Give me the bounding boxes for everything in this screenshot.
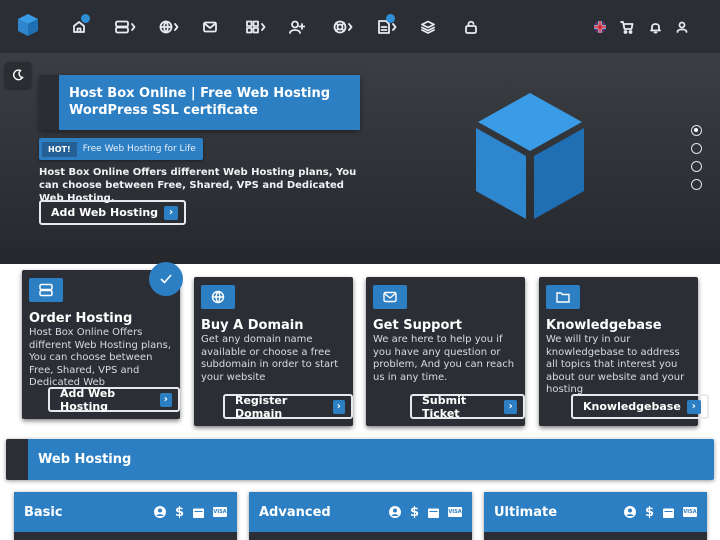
slide-dot[interactable] [691,125,702,136]
slide-dot[interactable] [691,143,702,154]
slider-pagination [691,125,702,197]
user-icon[interactable] [675,17,689,37]
plan-advanced[interactable]: Advanced $ VISA [249,492,472,540]
bell-icon[interactable] [648,17,662,37]
card-title: Knowledgebase [546,318,662,333]
mail-icon [373,285,407,309]
button-label: Register Domain [235,393,288,420]
slide-dot[interactable] [691,161,702,172]
plan-name: Basic [24,504,63,520]
hero-title: Host Box Online | Free Web Hosting WordP… [39,75,360,130]
card-text: Get any domain name available or choose … [201,334,339,383]
card-title: Buy A Domain [201,318,304,333]
server-icon [29,278,63,302]
card-get-support[interactable]: Get Support We are here to help you if y… [366,277,525,426]
add-web-hosting-button[interactable]: Add Web Hosting › [48,386,180,413]
register-domain-button[interactable]: Register Domain › [223,393,353,420]
lock-icon[interactable] [463,17,479,37]
calendar-icon [428,508,439,518]
card-order-hosting[interactable]: Order Hosting Host Box Online Offers dif… [22,262,183,419]
button-label: Add Web Hosting [60,386,116,413]
submit-ticket-button[interactable]: Submit Ticket › [410,393,525,420]
card-text: We are here to help you if you have any … [373,334,515,383]
cube-illustration-icon [476,93,584,219]
knowledgebase-button[interactable]: Knowledgebase › [571,394,709,419]
globe-icon[interactable] [159,17,181,37]
top-navbar [0,0,720,53]
flag-uk-icon[interactable] [593,17,607,37]
plan-name: Ultimate [494,504,558,520]
card-text: We will try in our knowledgebase to addr… [546,334,685,395]
user-plus-icon[interactable] [289,17,305,37]
cube-logo-icon[interactable] [17,14,39,36]
chevron-right-icon: › [164,205,179,220]
chevron-right-icon: › [686,399,701,414]
visa-icon: VISA [683,507,697,517]
check-icon [149,262,183,296]
user-circle-icon [388,506,401,518]
mail-icon[interactable] [202,17,218,37]
server-icon[interactable] [115,17,137,37]
visa-icon: VISA [213,507,227,517]
plan-name: Advanced [259,504,331,520]
card-knowledgebase[interactable]: Knowledgebase We will try in our knowled… [539,277,709,426]
dark-mode-toggle[interactable] [5,62,31,88]
apps-icon[interactable] [246,17,268,37]
folder-icon [546,285,580,309]
chevron-right-icon: › [159,392,172,407]
chevron-right-icon: › [332,399,345,414]
notification-dot [386,14,395,23]
dollar-icon: $ [174,504,184,520]
plan-basic[interactable]: Basic $ VISA [14,492,237,540]
add-web-hosting-button[interactable]: Add Web Hosting › [39,200,187,225]
globe-icon [201,285,235,309]
dollar-icon: $ [409,504,419,520]
user-circle-icon [623,506,636,518]
moon-icon [13,69,24,81]
button-label: Submit Ticket [422,393,467,420]
hero-section: Host Box Online | Free Web Hosting WordP… [0,53,720,264]
button-label: Add Web Hosting [51,206,159,219]
visa-icon: VISA [448,507,462,517]
slide-dot[interactable] [691,179,702,190]
card-text: Host Box Online Offers different Web Hos… [29,327,172,388]
button-label: Knowledgebase [583,400,681,413]
layers-icon[interactable] [420,17,436,37]
calendar-icon [193,508,204,518]
card-title: Order Hosting [29,311,133,326]
hot-text: Free Web Hosting for Life [82,144,196,154]
user-circle-icon [153,506,166,518]
notification-dot [81,14,90,23]
plan-ultimate[interactable]: Ultimate $ VISA [484,492,707,540]
hot-tag: HOT! [42,141,77,157]
calendar-icon [663,508,674,518]
hot-badge[interactable]: HOT! Free Web Hosting for Life [39,138,203,160]
web-hosting-section-header: Web Hosting [6,439,714,480]
card-title: Get Support [373,318,463,333]
chevron-right-icon: › [504,399,517,414]
section-title: Web Hosting [38,452,132,467]
support-icon[interactable] [333,17,355,37]
card-buy-domain[interactable]: Buy A Domain Get any domain name availab… [194,277,353,426]
cart-icon[interactable] [620,17,634,37]
dollar-icon: $ [644,504,654,520]
